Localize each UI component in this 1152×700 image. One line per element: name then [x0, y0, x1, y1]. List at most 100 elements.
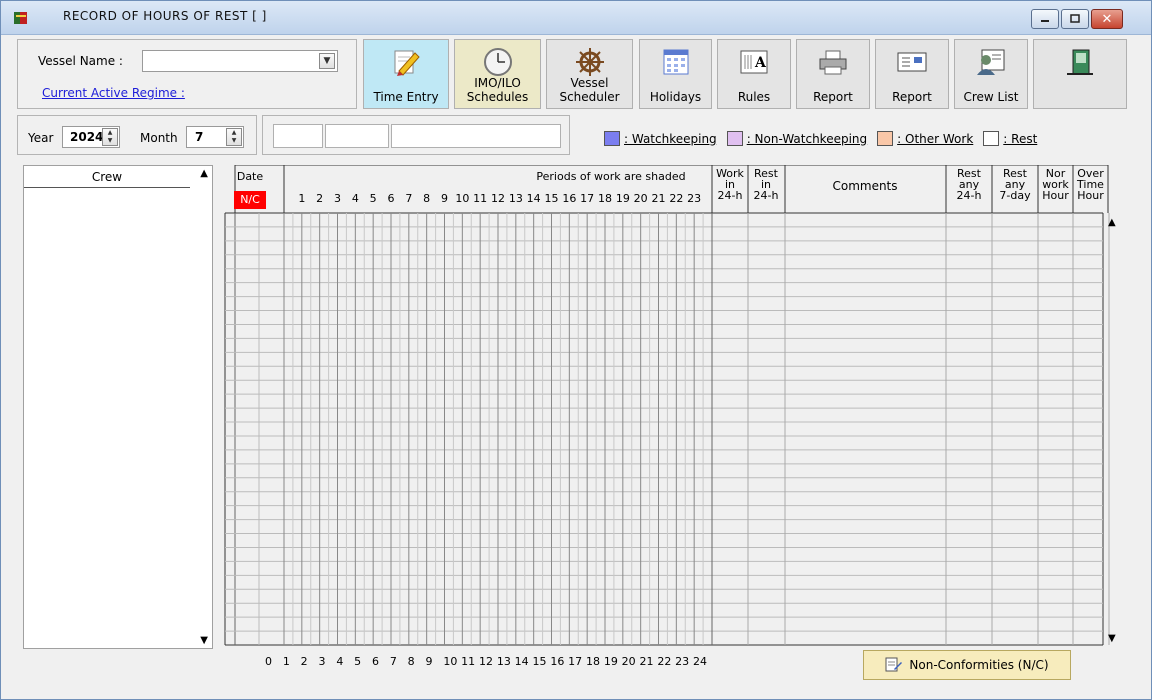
hour-label: 16 [562, 192, 577, 205]
nc-badge[interactable]: N/C [234, 191, 266, 209]
holidays-button[interactable]: Holidays [639, 39, 712, 109]
header-line: 24-h [753, 189, 779, 202]
work-type-legend: : Watchkeeping : Non-Watchkeeping : Othe… [604, 131, 1047, 146]
scale-label: 17 [568, 655, 583, 668]
scale-label: 18 [586, 655, 600, 668]
hours-grid[interactable]: Date N/C Periods of work are shaded 1 23 4… [215, 165, 1116, 650]
rules-button[interactable]: A Rules [717, 39, 791, 109]
periods-header: Periods of work are shaded [536, 170, 686, 183]
header-line: 24-h [717, 189, 743, 202]
report-print-button[interactable]: Report [796, 39, 870, 109]
report-button[interactable]: Report [875, 39, 949, 109]
chevron-up-icon[interactable]: ▲ [1108, 217, 1116, 228]
time-entry-button[interactable]: Time Entry [363, 39, 449, 109]
scale-label: 14 [514, 655, 529, 668]
scale-label: 3 [318, 655, 326, 668]
non-conformities-button[interactable]: Non-Conformities (N/C) [863, 650, 1071, 680]
hour-label: 6 [387, 192, 395, 205]
scale-label: 22 [657, 655, 672, 668]
vessel-scheduler-button[interactable]: Vessel Scheduler [546, 39, 633, 109]
maximize-button[interactable] [1061, 9, 1089, 29]
vessel-name-select[interactable]: ▼ [142, 50, 338, 72]
chevron-down-icon[interactable]: ▼ [200, 635, 208, 646]
chevron-down-icon[interactable]: ▼ [1108, 633, 1116, 644]
comments-header: Comments [832, 179, 898, 193]
crew-list[interactable]: Crew ▲ ▼ [23, 165, 213, 649]
scale-label: 13 [496, 655, 511, 668]
imo-ilo-schedules-label: IMO/ILO Schedules [466, 76, 529, 104]
info-panel [262, 115, 570, 155]
hour-label: 14 [526, 192, 541, 205]
crew-header: Crew [24, 166, 190, 188]
work-24h-header: Work in 24-h [712, 168, 748, 201]
hour-label: 22 [669, 192, 684, 205]
year-value: 2024 [70, 130, 104, 144]
exit-button[interactable] [1033, 39, 1127, 109]
app-book-icon [14, 12, 27, 24]
hour-label: 5 [369, 192, 377, 205]
imo-ilo-schedules-button[interactable]: IMO/ILO Schedules [454, 39, 541, 109]
hour-label: 4 [351, 192, 359, 205]
scale-label: 24 [693, 655, 707, 668]
hour-label: 17 [580, 192, 595, 205]
legend-watchkeeping: : Watchkeeping [624, 131, 717, 146]
clock-icon [483, 48, 512, 76]
hour-label: 11 [473, 192, 488, 205]
rest-any-24h-header: Rest any 24-h [946, 168, 992, 201]
current-active-regime-link[interactable]: Current Active Regime : [42, 86, 185, 100]
legend-non-watchkeeping: : Non-Watchkeeping [746, 131, 868, 146]
scale-label: 15 [532, 655, 547, 668]
minimize-button[interactable] [1031, 9, 1059, 29]
crew-list-label: Crew List [963, 90, 1019, 104]
scale-label: 0 [265, 655, 272, 668]
hour-label: 15 [544, 192, 559, 205]
scale-label: 5 [354, 655, 362, 668]
month-label: Month [140, 131, 178, 145]
report-label: Report [892, 90, 932, 104]
scale-label: 23 [675, 655, 690, 668]
info-box [273, 124, 323, 148]
year-spinner[interactable]: 2024 ▲ ▼ [62, 126, 120, 148]
scale-label: 20 [621, 655, 636, 668]
scale-label: 7 [389, 655, 397, 668]
close-button[interactable]: ✕ [1091, 9, 1123, 29]
close-icon: ✕ [1101, 11, 1113, 27]
scale-label: 6 [372, 655, 379, 668]
maximize-icon [1070, 14, 1080, 23]
legend-swatch [877, 131, 894, 146]
printer-icon [819, 50, 847, 75]
chevron-up-icon[interactable]: ▲ [200, 168, 208, 179]
legend-other-work: : Other Work [897, 131, 974, 146]
document-edit-icon [885, 657, 903, 672]
vessel-scheduler-label: Vessel Scheduler [559, 76, 620, 104]
normal-work-hour-header: Nor work Hour [1038, 168, 1073, 201]
exit-door-icon [1067, 49, 1093, 75]
holidays-label: Holidays [649, 90, 702, 104]
legend-rest: : Rest [1003, 131, 1038, 146]
hour-label: 1 [298, 192, 306, 205]
info-box [391, 124, 561, 148]
crew-list-button[interactable]: Crew List [954, 39, 1028, 109]
hour-label: 7 [405, 192, 413, 205]
scale-label: 2 [300, 655, 308, 668]
pencil-icon [394, 50, 420, 76]
svg-text:A: A [754, 55, 767, 71]
rules-book-icon: A [740, 50, 768, 74]
main-window: RECORD OF HOURS OF REST [ ] ✕ Vessel Nam… [0, 0, 1152, 700]
grid-lines [224, 165, 1110, 646]
legend-swatch [726, 131, 743, 146]
hour-label: 12 [491, 192, 505, 205]
date-header: Date [236, 170, 264, 183]
spinner-arrows-icon[interactable]: ▲ ▼ [226, 128, 242, 146]
rules-label: Rules [737, 90, 771, 104]
chevron-down-icon[interactable]: ▼ [319, 53, 335, 69]
non-conformities-label: Non-Conformities (N/C) [909, 658, 1049, 672]
rest-24h-header: Rest in 24-h [748, 168, 784, 201]
spinner-arrows-icon[interactable]: ▲ ▼ [102, 128, 118, 146]
year-month-panel: Year 2024 ▲ ▼ Month 7 ▲ ▼ [17, 115, 257, 155]
month-spinner[interactable]: 7 ▲ ▼ [186, 126, 244, 148]
title-bar[interactable]: RECORD OF HOURS OF REST [ ] ✕ [1, 1, 1151, 35]
rest-any-7day-header: Rest any 7-day [992, 168, 1038, 201]
hour-label: 2 [316, 192, 324, 205]
hour-label: 23 [687, 192, 702, 205]
